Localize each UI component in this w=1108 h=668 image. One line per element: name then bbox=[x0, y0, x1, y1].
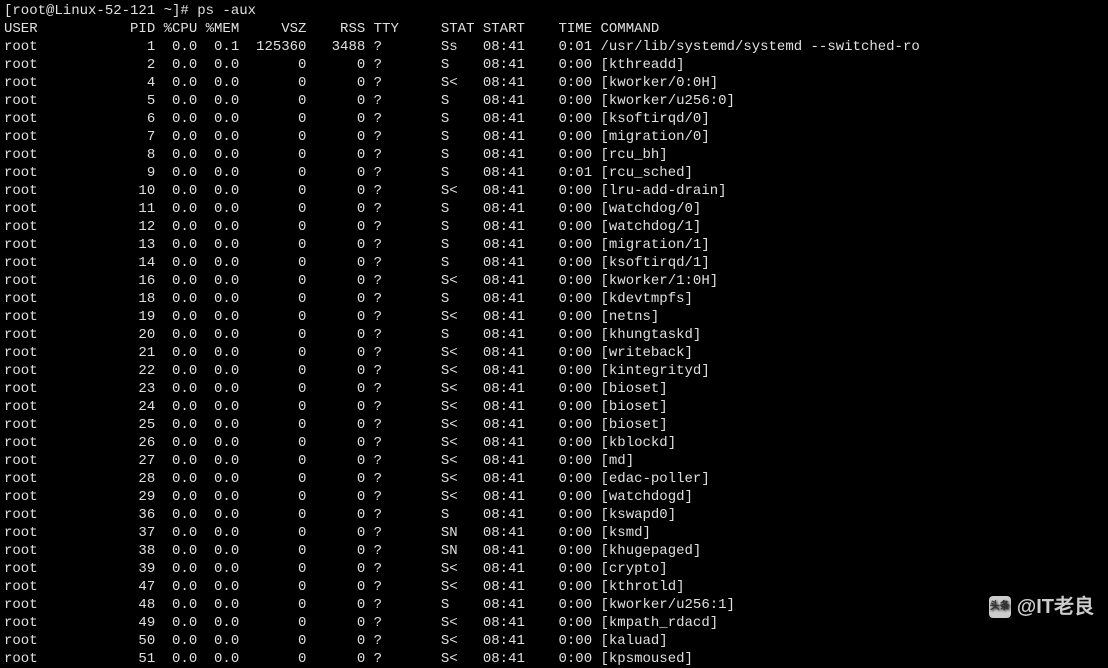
process-row: root 38 0.0 0.0 0 0 ? SN 08:41 0:00 [khu… bbox=[4, 542, 1104, 560]
process-row: root 27 0.0 0.0 0 0 ? S< 08:41 0:00 [md] bbox=[4, 452, 1104, 470]
process-row: root 14 0.0 0.0 0 0 ? S 08:41 0:00 [ksof… bbox=[4, 254, 1104, 272]
process-row: root 12 0.0 0.0 0 0 ? S 08:41 0:00 [watc… bbox=[4, 218, 1104, 236]
command-prompt: [root@Linux-52-121 ~]# ps -aux bbox=[4, 2, 1104, 20]
process-row: root 11 0.0 0.0 0 0 ? S 08:41 0:00 [watc… bbox=[4, 200, 1104, 218]
process-row: root 22 0.0 0.0 0 0 ? S< 08:41 0:00 [kin… bbox=[4, 362, 1104, 380]
process-row: root 28 0.0 0.0 0 0 ? S< 08:41 0:00 [eda… bbox=[4, 470, 1104, 488]
process-row: root 51 0.0 0.0 0 0 ? S< 08:41 0:00 [kps… bbox=[4, 650, 1104, 668]
process-row: root 20 0.0 0.0 0 0 ? S 08:41 0:00 [khun… bbox=[4, 326, 1104, 344]
process-row: root 8 0.0 0.0 0 0 ? S 08:41 0:00 [rcu_b… bbox=[4, 146, 1104, 164]
process-row: root 39 0.0 0.0 0 0 ? S< 08:41 0:00 [cry… bbox=[4, 560, 1104, 578]
process-row: root 47 0.0 0.0 0 0 ? S< 08:41 0:00 [kth… bbox=[4, 578, 1104, 596]
process-row: root 36 0.0 0.0 0 0 ? S 08:41 0:00 [kswa… bbox=[4, 506, 1104, 524]
watermark-icon: 头条 bbox=[989, 596, 1011, 618]
process-row: root 49 0.0 0.0 0 0 ? S< 08:41 0:00 [kmp… bbox=[4, 614, 1104, 632]
process-row: root 25 0.0 0.0 0 0 ? S< 08:41 0:00 [bio… bbox=[4, 416, 1104, 434]
process-row: root 5 0.0 0.0 0 0 ? S 08:41 0:00 [kwork… bbox=[4, 92, 1104, 110]
process-row: root 16 0.0 0.0 0 0 ? S< 08:41 0:00 [kwo… bbox=[4, 272, 1104, 290]
process-row: root 48 0.0 0.0 0 0 ? S 08:41 0:00 [kwor… bbox=[4, 596, 1104, 614]
process-row: root 37 0.0 0.0 0 0 ? SN 08:41 0:00 [ksm… bbox=[4, 524, 1104, 542]
process-table-header: USER PID %CPU %MEM VSZ RSS TTY STAT STAR… bbox=[4, 20, 1104, 38]
terminal-output[interactable]: [root@Linux-52-121 ~]# ps -auxUSER PID %… bbox=[4, 2, 1104, 668]
process-row: root 24 0.0 0.0 0 0 ? S< 08:41 0:00 [bio… bbox=[4, 398, 1104, 416]
process-row: root 18 0.0 0.0 0 0 ? S 08:41 0:00 [kdev… bbox=[4, 290, 1104, 308]
process-row: root 2 0.0 0.0 0 0 ? S 08:41 0:00 [kthre… bbox=[4, 56, 1104, 74]
process-row: root 9 0.0 0.0 0 0 ? S 08:41 0:01 [rcu_s… bbox=[4, 164, 1104, 182]
process-row: root 50 0.0 0.0 0 0 ? S< 08:41 0:00 [kal… bbox=[4, 632, 1104, 650]
watermark: 头条 @IT老良 bbox=[989, 596, 1094, 618]
watermark-text: @IT老良 bbox=[1017, 598, 1094, 616]
process-row: root 21 0.0 0.0 0 0 ? S< 08:41 0:00 [wri… bbox=[4, 344, 1104, 362]
process-row: root 23 0.0 0.0 0 0 ? S< 08:41 0:00 [bio… bbox=[4, 380, 1104, 398]
process-row: root 26 0.0 0.0 0 0 ? S< 08:41 0:00 [kbl… bbox=[4, 434, 1104, 452]
process-row: root 6 0.0 0.0 0 0 ? S 08:41 0:00 [ksoft… bbox=[4, 110, 1104, 128]
process-row: root 10 0.0 0.0 0 0 ? S< 08:41 0:00 [lru… bbox=[4, 182, 1104, 200]
process-row: root 4 0.0 0.0 0 0 ? S< 08:41 0:00 [kwor… bbox=[4, 74, 1104, 92]
process-row: root 29 0.0 0.0 0 0 ? S< 08:41 0:00 [wat… bbox=[4, 488, 1104, 506]
process-row: root 13 0.0 0.0 0 0 ? S 08:41 0:00 [migr… bbox=[4, 236, 1104, 254]
process-row: root 1 0.0 0.1 125360 3488 ? Ss 08:41 0:… bbox=[4, 38, 1104, 56]
process-row: root 7 0.0 0.0 0 0 ? S 08:41 0:00 [migra… bbox=[4, 128, 1104, 146]
process-row: root 19 0.0 0.0 0 0 ? S< 08:41 0:00 [net… bbox=[4, 308, 1104, 326]
